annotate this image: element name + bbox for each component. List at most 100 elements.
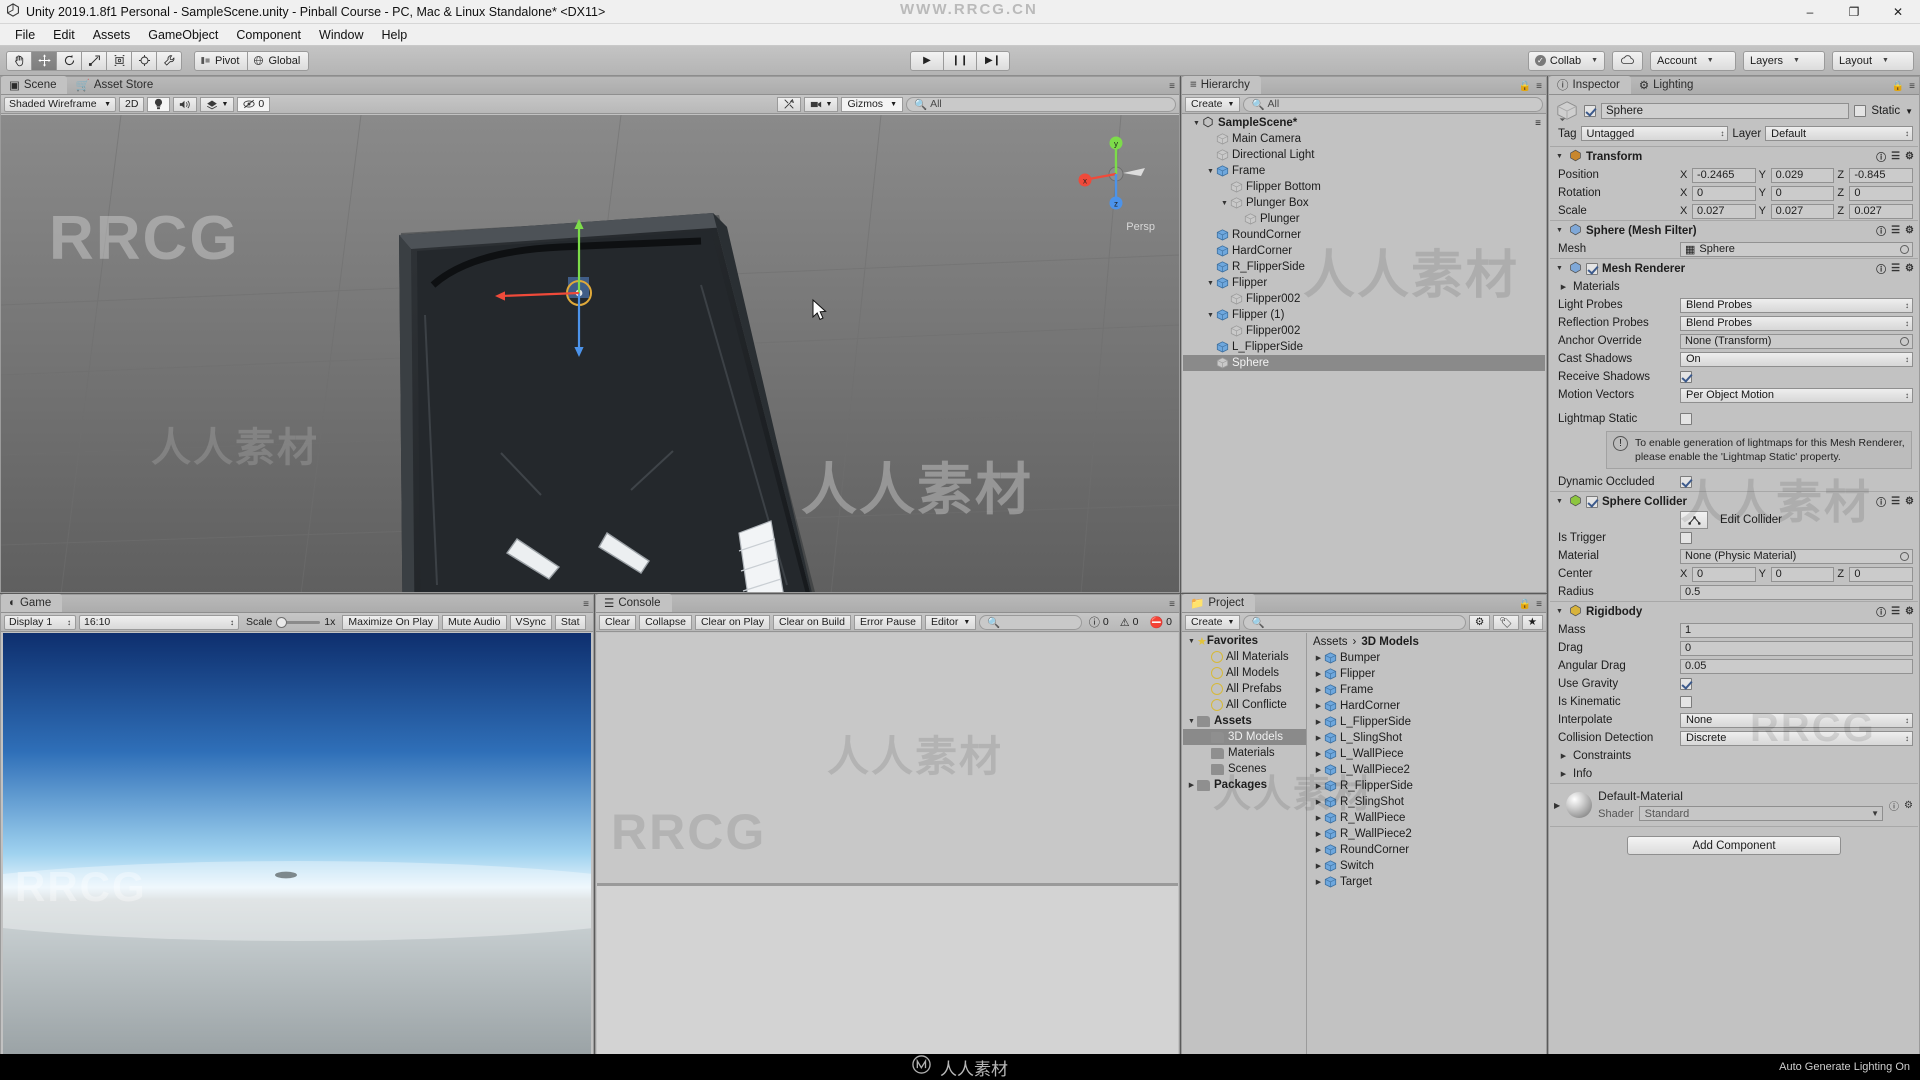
checkbox-field[interactable] xyxy=(1680,476,1692,489)
chevron-right-icon[interactable]: ▶ xyxy=(1313,878,1324,886)
rotate-tool-icon[interactable] xyxy=(56,50,82,71)
help-icon[interactable]: ⓘ xyxy=(1876,261,1886,276)
project-tree-item-favorites[interactable]: ▼ ★ Favorites xyxy=(1183,633,1306,649)
hierarchy-item-flipper-bottom[interactable]: ▼Flipper Bottom xyxy=(1183,179,1545,195)
chevron-down-icon[interactable]: ▼ xyxy=(1205,312,1216,319)
clear-button[interactable]: Clear xyxy=(599,614,637,630)
z-value[interactable]: 0 xyxy=(1849,185,1914,201)
scene-projection-label[interactable]: Persp xyxy=(1126,221,1155,233)
object-field[interactable]: None (Physic Material) xyxy=(1680,548,1913,564)
pivot-toggle[interactable]: Pivot xyxy=(194,50,249,71)
asset-item-roundcorner[interactable]: ▶ RoundCorner xyxy=(1307,842,1545,858)
project-tree-item-3d-models[interactable]: ▼3D Models xyxy=(1183,729,1306,745)
chevron-right-icon[interactable]: ▶ xyxy=(1186,781,1197,789)
object-field[interactable]: ▦ Sphere xyxy=(1680,241,1913,257)
dropdown-field[interactable]: Discrete ↕ xyxy=(1680,730,1913,746)
chevron-right-icon[interactable]: ▶ xyxy=(1313,718,1324,726)
hidden-objects-toggle[interactable]: 0 xyxy=(237,96,271,112)
text-field[interactable]: 0.05 xyxy=(1680,658,1913,674)
chevron-down-icon[interactable]: ▼ xyxy=(1186,718,1197,725)
z-value[interactable]: 0 xyxy=(1849,566,1914,582)
chevron-down-icon[interactable]: ▼ xyxy=(1205,280,1216,287)
project-asset-list[interactable]: Assets › 3D Models ▶ Bumper ▶ Flipper ▶ Frame… xyxy=(1307,633,1545,1078)
menu-gameobject[interactable]: GameObject xyxy=(139,26,227,44)
component-header-mesh-renderer[interactable]: ▼ Mesh Renderer ⓘ ☰ ⚙ xyxy=(1550,259,1918,278)
vector3-field[interactable]: X0Y0Z0 xyxy=(1680,185,1914,201)
hierarchy-item-plunger-box[interactable]: ▼ Plunger Box xyxy=(1183,195,1545,211)
z-value[interactable]: -0.845 xyxy=(1849,167,1914,183)
tab-game[interactable]: ◐ Game xyxy=(1,594,63,612)
scene-search-input[interactable]: 🔍 All xyxy=(906,96,1176,112)
chevron-right-icon[interactable]: ▶ xyxy=(1313,686,1324,694)
console-panel-menu[interactable]: ≡ xyxy=(1169,599,1175,610)
tab-console[interactable]: ☰ Console xyxy=(596,594,672,612)
object-picker-icon[interactable] xyxy=(1900,244,1909,254)
close-button[interactable]: ✕ xyxy=(1876,0,1920,24)
stats-toggle[interactable]: Stat xyxy=(554,614,586,630)
y-value[interactable]: 0 xyxy=(1770,566,1835,582)
preset-icon[interactable]: ☰ xyxy=(1891,225,1900,236)
maximize-button[interactable]: ❐ xyxy=(1832,0,1876,24)
gizmos-dropdown[interactable]: Gizmos ▼ xyxy=(841,96,903,112)
project-folder-tree[interactable]: ▼★Favorites▼All Materials▼All Models▼All… xyxy=(1183,633,1307,1078)
filter-by-label-icon[interactable]: 🏷 xyxy=(1493,614,1519,630)
component-header-sphere-mesh-filter[interactable]: ▼ Sphere (Mesh Filter) ⓘ ☰ ⚙ xyxy=(1550,221,1918,240)
hand-tool-icon[interactable] xyxy=(6,50,32,71)
hierarchy-panel-menu[interactable]: ≡ xyxy=(1536,81,1542,92)
dropdown-field[interactable]: On ↕ xyxy=(1680,351,1913,367)
menu-file[interactable]: File xyxy=(6,26,44,44)
checkbox-field[interactable] xyxy=(1680,532,1692,545)
scene-view-axis-gizmo[interactable]: y x z xyxy=(1071,129,1161,219)
chevron-down-icon[interactable]: ▼ xyxy=(1554,498,1565,505)
add-component-button[interactable]: Add Component xyxy=(1627,836,1841,856)
move-tool-icon[interactable] xyxy=(31,50,57,71)
scene-tools-icon[interactable] xyxy=(776,96,801,112)
preset-icon[interactable]: ☰ xyxy=(1891,263,1900,274)
warning-count[interactable]: ⚠ 0 xyxy=(1116,616,1143,629)
checkbox-field[interactable] xyxy=(1680,371,1692,383)
dropdown-field[interactable]: Per Object Motion ↕ xyxy=(1680,387,1913,403)
asset-item-flipper[interactable]: ▶ Flipper xyxy=(1307,666,1545,682)
menu-assets[interactable]: Assets xyxy=(84,26,140,44)
preset-icon[interactable]: ☰ xyxy=(1891,496,1900,507)
shader-dropdown[interactable]: Standard ▼ xyxy=(1638,806,1884,822)
inspector-content[interactable]: Sphere Static ▼ Tag Untagged ↕ Layer Def… xyxy=(1550,96,1918,1079)
chevron-right-icon[interactable]: ▶ xyxy=(1313,862,1324,870)
vector3-field[interactable]: X -0.2465 Y 0.029 Z -0.845 xyxy=(1680,167,1914,183)
preset-icon[interactable]: ☰ xyxy=(1891,606,1900,617)
game-panel-menu[interactable]: ≡ xyxy=(583,599,589,610)
chevron-right-icon[interactable]: ▶ xyxy=(1313,750,1324,758)
project-tree-item-assets[interactable]: ▼ Assets xyxy=(1183,713,1306,729)
scene-panel-menu[interactable]: ≡ xyxy=(1169,81,1175,92)
text-field[interactable]: 0 xyxy=(1680,640,1913,656)
chevron-right-icon[interactable]: ▶ xyxy=(1313,830,1324,838)
pause-button[interactable]: ❙❙ xyxy=(943,50,977,71)
tab-hierarchy[interactable]: ≡ Hierarchy xyxy=(1182,76,1261,94)
hierarchy-scene-root[interactable]: ▼ SampleScene* ≡ xyxy=(1183,115,1545,131)
chevron-right-icon[interactable]: ▶ xyxy=(1313,846,1324,854)
scale-slider[interactable]: Scale 1x xyxy=(242,616,339,628)
display-dropdown[interactable]: Display 1 ↕ xyxy=(4,614,76,630)
scene-camera-dropdown[interactable]: ▼ xyxy=(803,96,839,112)
step-button[interactable]: ▶❙ xyxy=(976,50,1010,71)
hierarchy-item-sphere[interactable]: ▼Sphere xyxy=(1183,355,1545,371)
chevron-right-icon[interactable]: ▶ xyxy=(1554,801,1560,810)
help-icon[interactable]: ⓘ xyxy=(1876,494,1886,509)
layers-button[interactable]: Layers ▼ xyxy=(1743,50,1825,71)
help-icon[interactable]: ⓘ xyxy=(1876,223,1886,238)
x-value[interactable]: 0 xyxy=(1692,566,1756,582)
chevron-down-icon[interactable]: ▼ xyxy=(1191,120,1202,127)
filter-by-type-icon[interactable]: ⚙ xyxy=(1468,614,1491,630)
scene-viewport[interactable]: y x z Persp RRCG 人人素材 人人素材 xyxy=(1,115,1179,592)
console-log-list[interactable]: RRCG 人人素材 xyxy=(597,633,1178,1078)
hierarchy-item-r-flipperside[interactable]: ▼R_FlipperSide xyxy=(1183,259,1545,275)
chevron-down-icon[interactable]: ▼ xyxy=(1905,107,1913,116)
vector3-field[interactable]: X 0.027 Y 0.027 Z 0.027 xyxy=(1680,203,1914,219)
collab-button[interactable]: ✓ Collab ▼ xyxy=(1527,50,1605,71)
asset-item-r-wallpiece[interactable]: ▶ R_WallPiece xyxy=(1307,810,1545,826)
project-create-button[interactable]: Create ▼ xyxy=(1185,614,1241,630)
gameobject-active-checkbox[interactable] xyxy=(1584,105,1596,117)
account-button[interactable]: Account ▼ xyxy=(1650,50,1736,71)
gear-icon[interactable]: ⚙ xyxy=(1905,151,1914,162)
help-icon[interactable]: ⓘ xyxy=(1876,149,1886,164)
